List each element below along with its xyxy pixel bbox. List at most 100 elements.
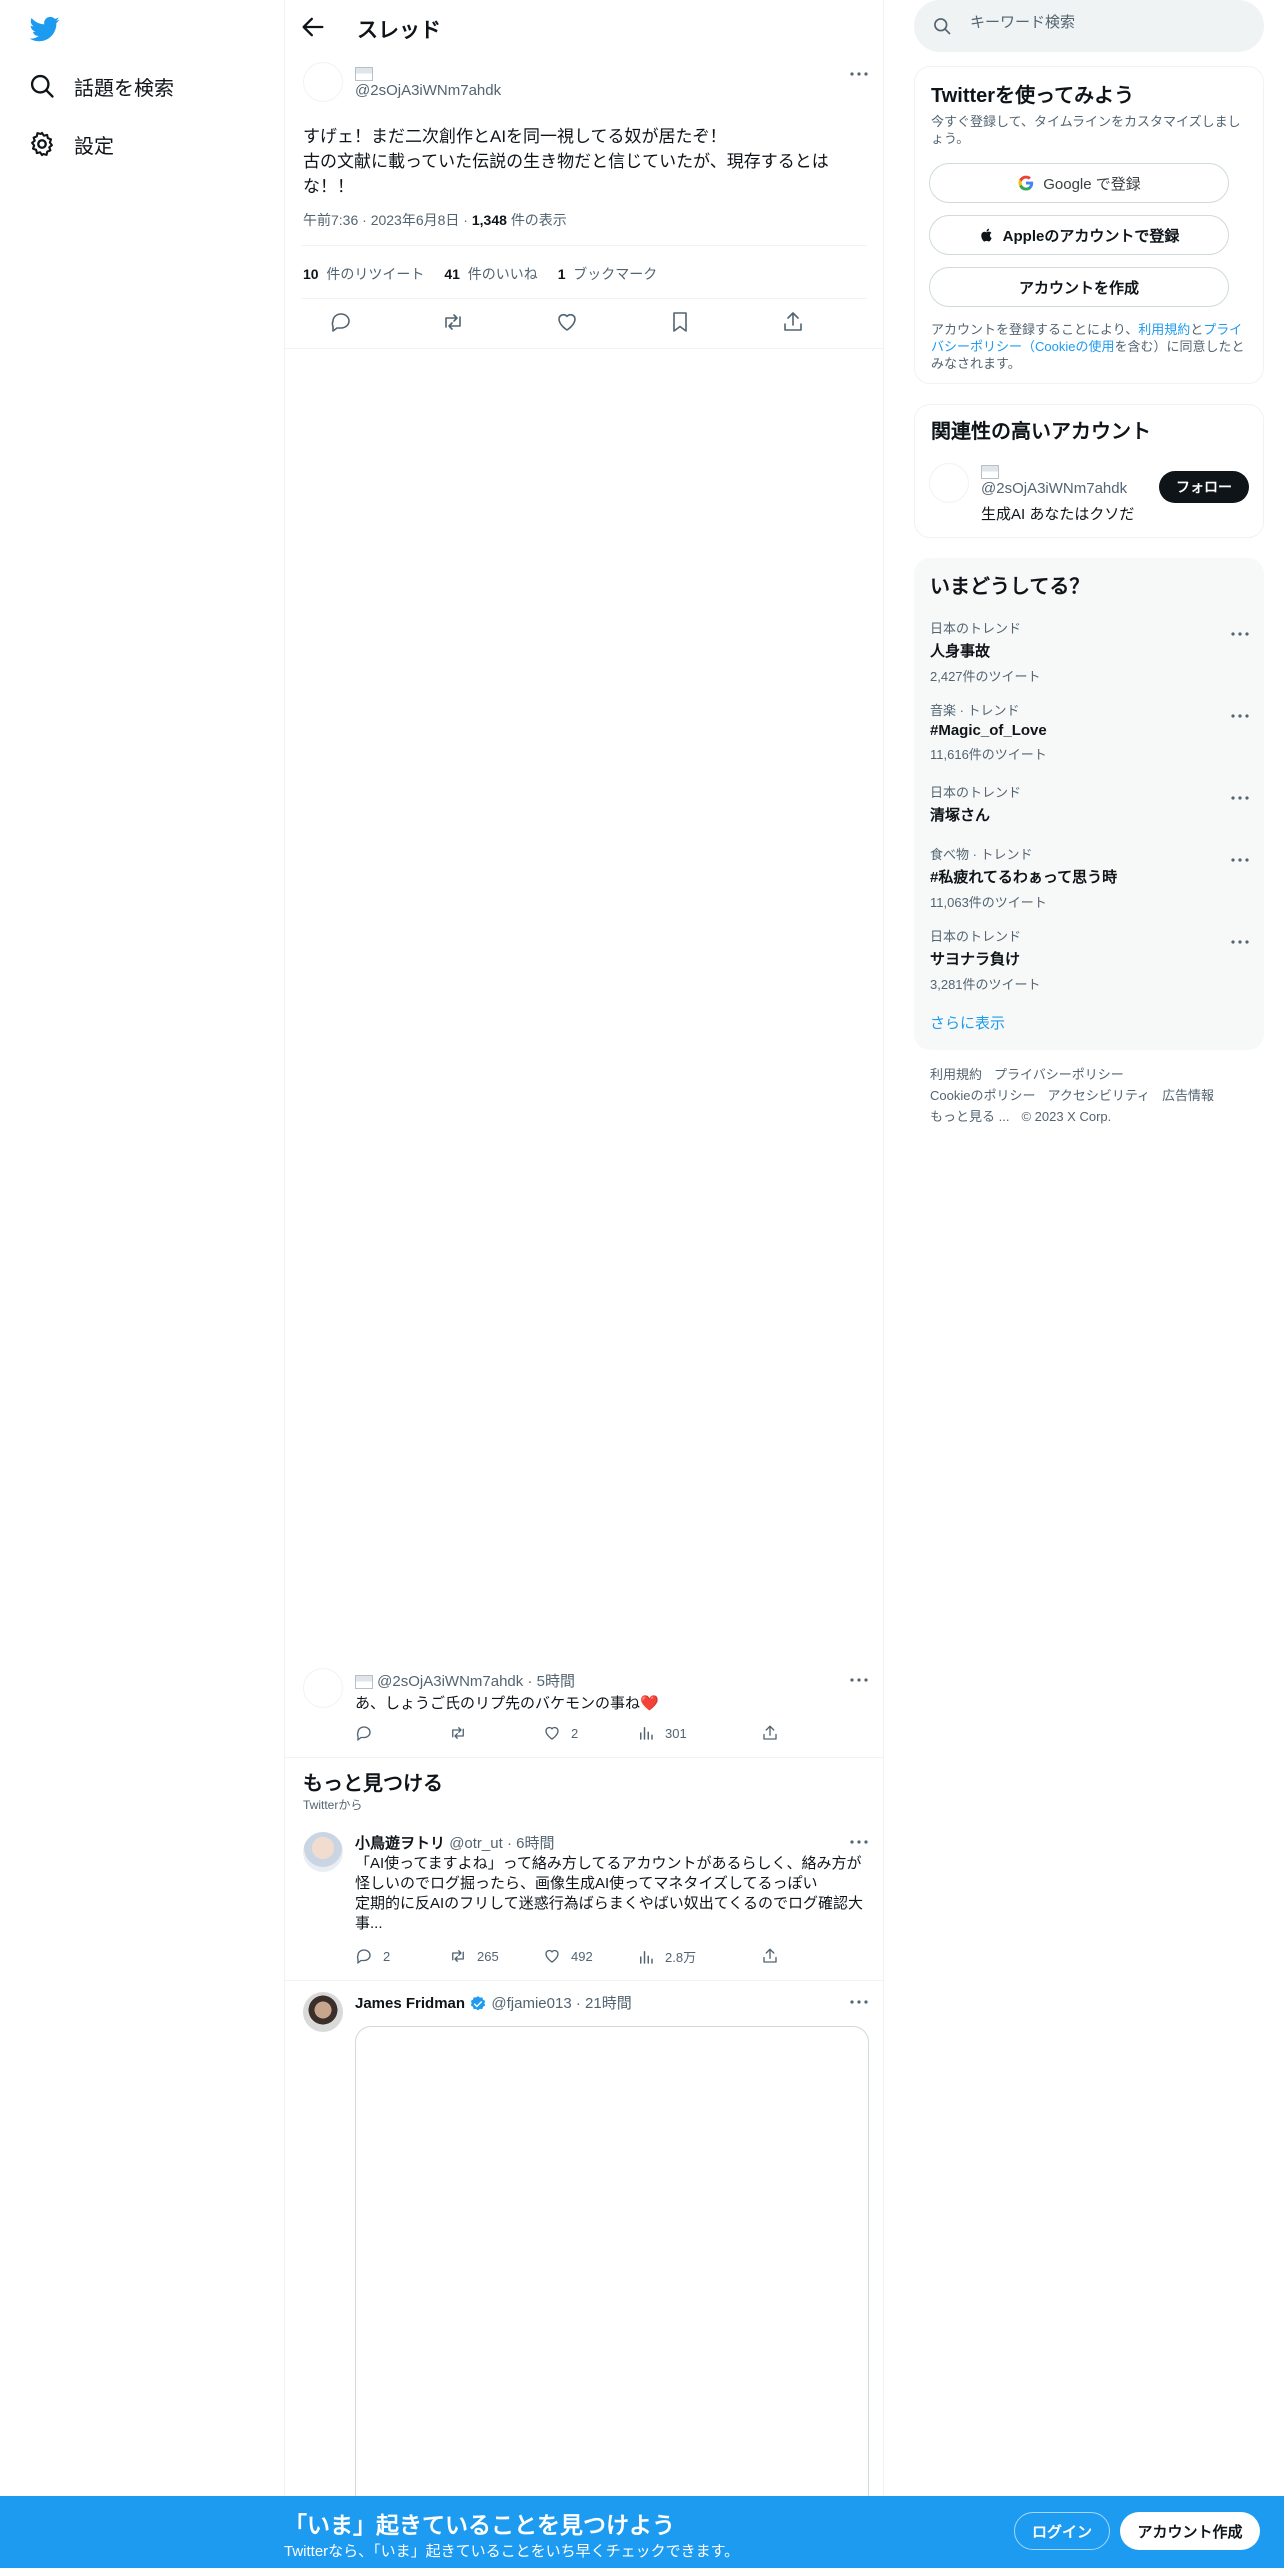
trend-item[interactable]: 日本のトレンド 人身事故 2,427件のツイート <box>930 618 1249 685</box>
like-button[interactable]: 492 <box>543 1947 593 1965</box>
author-handle[interactable]: @fjamie013 <box>491 1995 571 2012</box>
like-icon <box>545 1726 559 1740</box>
footer-link[interactable]: 利用規約 <box>930 1067 982 1082</box>
retweets-label: 件のリツイート <box>326 266 425 282</box>
bookmark-icon[interactable] <box>668 310 692 334</box>
recommended-tweet[interactable]: 小鳥遊ヲトリ @otr_ut · 6時間 「AI使ってますよね」って絡み方してる… <box>285 1820 883 1980</box>
more-options-icon[interactable] <box>1228 704 1252 728</box>
footer-link[interactable]: 広告情報 <box>1162 1088 1214 1103</box>
views-label: 件の表示 <box>510 212 567 228</box>
search-box[interactable] <box>914 0 1264 52</box>
footer-link[interactable]: アクセシビリティ <box>1047 1088 1150 1103</box>
media-card[interactable] <box>355 2026 869 2526</box>
author-name[interactable]: James Fridman <box>355 1995 465 2012</box>
retweet-count: 265 <box>477 1948 499 1964</box>
reply-icon[interactable] <box>329 310 353 334</box>
share-icon[interactable] <box>781 310 805 334</box>
nav-settings[interactable]: 設定 <box>28 124 114 164</box>
create-account-button[interactable]: アカウントを作成 <box>929 267 1229 307</box>
more-options-icon[interactable] <box>1228 786 1252 810</box>
google-signup-button[interactable]: Google で登録 <box>929 163 1229 203</box>
more-options-icon[interactable] <box>1228 622 1252 646</box>
tweet-time[interactable]: 午前7:36 <box>303 212 358 228</box>
reply-icon <box>356 1726 371 1742</box>
more-options-icon[interactable] <box>847 1830 871 1854</box>
more-options-icon[interactable] <box>1228 848 1252 872</box>
avatar[interactable] <box>303 62 343 102</box>
page-title: スレッド <box>357 19 441 42</box>
more-options-icon[interactable] <box>847 1668 871 1692</box>
tweet-age[interactable]: 21時間 <box>585 1995 632 2012</box>
share-icon <box>763 1725 777 1740</box>
terms-link[interactable]: 利用規約 <box>1138 322 1190 337</box>
reply-button[interactable]: 2 <box>355 1947 390 1965</box>
banner-subtitle: Twitterなら、「いま」起きていることをいち早くチェックできます。 <box>284 2543 740 2560</box>
tweet-age[interactable]: 5時間 <box>537 1673 575 1690</box>
show-more-link[interactable]: さらに表示 <box>930 1012 1005 1033</box>
search-input[interactable] <box>970 14 1240 31</box>
follow-button[interactable]: フォロー <box>1159 471 1249 503</box>
heart-emoji: ❤️ <box>640 1695 659 1712</box>
footer-links: 利用規約 プライバシーポリシー Cookieのポリシー アクセシビリティ 広告情報 も… <box>930 1064 1250 1127</box>
nav-explore[interactable]: 話題を検索 <box>28 66 174 106</box>
like-button[interactable]: 2 <box>543 1724 578 1742</box>
reply-button[interactable] <box>355 1724 383 1742</box>
left-nav: 話題を検索 設定 <box>0 0 284 2568</box>
author-name[interactable]: 小鳥遊ヲトリ <box>355 1835 445 1852</box>
like-icon[interactable] <box>555 310 579 334</box>
recommended-tweet[interactable]: James Fridman @fjamie013 · 21時間 <box>285 1980 883 2526</box>
tweet-age[interactable]: 6時間 <box>516 1835 554 1852</box>
avatar[interactable] <box>929 463 969 503</box>
trend-item[interactable]: 日本のトレンド サヨナラ負け 3,281件のツイート <box>930 926 1249 993</box>
retweet-button[interactable] <box>449 1724 477 1742</box>
avatar[interactable] <box>303 1668 343 1708</box>
footer-link[interactable]: Cookieのポリシー <box>930 1088 1035 1103</box>
avatar[interactable] <box>303 1832 343 1872</box>
trend-item[interactable]: 音楽 · トレンド #Magic_of_Love 11,616件のツイート <box>930 700 1249 763</box>
related-account[interactable]: @2sOjA3iWNm7ahdk 生成AI あなたはクソだ <box>981 463 1134 524</box>
views-button[interactable]: 2.8万 <box>637 1947 696 1966</box>
footer-more-link[interactable]: もっと見る ... <box>930 1109 1009 1124</box>
retweet-icon[interactable] <box>441 310 465 334</box>
apple-signup-button[interactable]: Appleのアカウントで登録 <box>929 215 1229 255</box>
views-chart-icon <box>640 1727 653 1740</box>
tweet-text-line: 怪しいのでログ掘ったら、画像生成AI使ってマネタイズしてるっぽい <box>355 1875 818 1892</box>
trend-item[interactable]: 食べ物 · トレンド #私疲れてるわぁって思う時 11,063件のツイート <box>930 844 1249 911</box>
share-button[interactable] <box>761 1724 789 1742</box>
apple-icon <box>979 226 1003 244</box>
tweet-actions: 2 301 <box>355 1724 815 1744</box>
view-count: 2.8万 <box>665 1950 697 1965</box>
login-button[interactable]: ログイン <box>1014 2512 1110 2550</box>
likes-count: 41 <box>444 266 460 282</box>
footer-link[interactable]: プライバシーポリシー <box>994 1067 1124 1082</box>
search-icon <box>28 72 56 100</box>
retweet-button[interactable]: 265 <box>449 1947 499 1965</box>
more-options-icon[interactable] <box>847 62 871 86</box>
more-options-icon[interactable] <box>847 1990 871 2014</box>
likes-stat[interactable]: 41 件のいいね <box>444 264 537 284</box>
more-options-icon[interactable] <box>1228 930 1252 954</box>
trend-item[interactable]: 日本のトレンド 清塚さん <box>930 782 1249 825</box>
reply-tweet[interactable]: @2sOjA3iWNm7ahdk · 5時間 あ、しょうご氏のリプ先のバケモンの… <box>285 1660 883 1760</box>
nav-explore-label: 話題を検索 <box>74 77 174 100</box>
retweets-stat[interactable]: 10 件のリツイート <box>303 264 424 284</box>
twitter-bird-icon[interactable] <box>28 14 62 44</box>
trend-context: 音楽 · トレンド <box>930 703 1020 718</box>
author-handle[interactable]: @otr_ut <box>449 1835 503 1852</box>
bookmarks-label: ブックマーク <box>573 266 658 282</box>
share-button[interactable] <box>761 1947 789 1965</box>
back-arrow-icon[interactable] <box>299 13 327 41</box>
google-signup-label: Google で登録 <box>1043 175 1141 193</box>
avatar[interactable] <box>303 1992 343 2032</box>
views-chart-icon <box>640 1950 653 1964</box>
author-handle[interactable]: @2sOjA3iWNm7ahdk <box>377 1673 523 1690</box>
trend-count: 2,427件のツイート <box>930 669 1041 684</box>
tweet-author[interactable]: @2sOjA3iWNm7ahdk <box>355 65 501 99</box>
views-button[interactable]: 301 <box>637 1724 687 1742</box>
signup-button[interactable]: アカウント作成 <box>1120 2512 1260 2550</box>
retweet-icon <box>452 1950 464 1962</box>
tweet-actions <box>315 310 855 340</box>
discover-more-header: もっと見つける Twitterから <box>303 1767 443 1813</box>
tweet-date[interactable]: 2023年6月8日 <box>371 212 460 228</box>
bookmarks-stat[interactable]: 1 ブックマーク <box>558 264 658 284</box>
